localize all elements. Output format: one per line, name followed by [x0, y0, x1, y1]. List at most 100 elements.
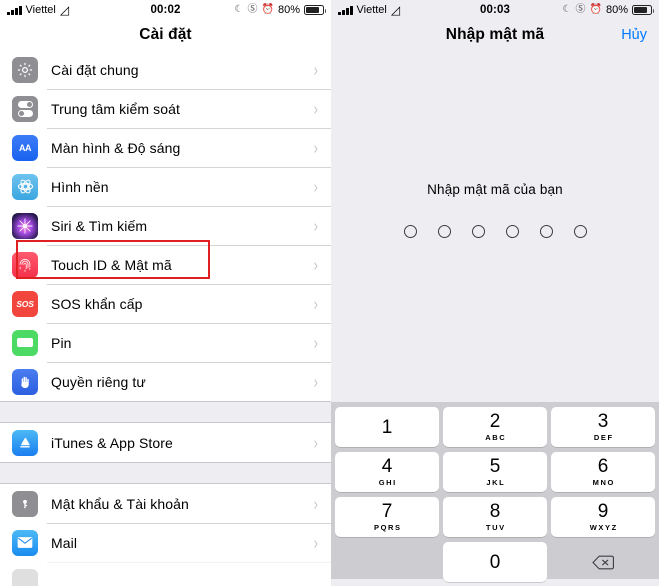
wifi-icon: ◿ — [59, 3, 70, 17]
fingerprint-icon — [12, 251, 38, 278]
chevron-right-icon: › — [313, 254, 318, 275]
settings-group-separator — [0, 401, 331, 423]
chevron-right-icon: › — [313, 493, 318, 514]
chevron-right-icon: › — [313, 98, 318, 119]
settings-row-label: Màn hình & Độ sáng — [51, 139, 181, 156]
key-number: 9 — [597, 501, 609, 522]
key-0[interactable]: 0 — [443, 542, 547, 582]
passcode-dot — [573, 225, 587, 238]
settings-row-c-i-t-chung[interactable]: Cài đặt chung › — [0, 50, 331, 89]
passcode-dot — [403, 225, 417, 238]
wifi-icon: ◿ — [390, 3, 401, 17]
wallpaper-icon — [12, 173, 38, 200]
passcode-dot — [471, 225, 485, 238]
mail-icon — [12, 529, 38, 556]
moon-icon: ☾ — [234, 4, 244, 15]
keypad-row: 0 — [334, 542, 656, 582]
status-bar-left-group: Viettel ◿ — [7, 4, 69, 16]
key-number: 1 — [381, 416, 393, 438]
passcode-entry-area: Nhập mật mã của bạn — [331, 50, 659, 402]
settings-row-partial[interactable] — [0, 562, 331, 586]
settings-row-label: SOS khẩn cấp — [51, 295, 143, 312]
chevron-right-icon: › — [313, 371, 318, 392]
key-letters: JKL — [486, 478, 506, 487]
settings-list: Cài đặt chung › Trung tâm kiểm soát › AA Màn … — [0, 50, 331, 586]
settings-row-quy-n-ri-ng-t[interactable]: Quyền riêng tư › — [0, 362, 331, 401]
key-8[interactable]: 8 TUV — [443, 497, 547, 537]
signal-bars-icon — [7, 5, 22, 15]
key-6[interactable]: 6 MNO — [551, 452, 655, 492]
key-letters: TUV — [485, 523, 506, 532]
carrier-label: Viettel — [356, 4, 387, 16]
chevron-right-icon: › — [313, 176, 318, 197]
settings-row-label: Siri & Tìm kiếm — [51, 217, 148, 234]
key-number: 4 — [381, 456, 393, 477]
key-2[interactable]: 2 ABC — [443, 407, 547, 447]
key-number: 3 — [597, 411, 609, 432]
key-9[interactable]: 9 WXYZ — [551, 497, 655, 537]
key-letters: WXYZ — [589, 523, 618, 532]
settings-screen: Viettel ◿ 00:02 ☾ Ⓢ ⏰ 80% Cài đặt Cài đặ… — [0, 0, 331, 586]
settings-group-separator — [0, 462, 331, 484]
dual-screenshot-container: Viettel ◿ 00:02 ☾ Ⓢ ⏰ 80% Cài đặt Cài đặ… — [0, 0, 659, 586]
key-5[interactable]: 5 JKL — [443, 452, 547, 492]
settings-nav-bar: Cài đặt — [0, 20, 331, 50]
key-number: 8 — [489, 501, 501, 522]
settings-row-h-nh-n-n[interactable]: Hình nền › — [0, 167, 331, 206]
settings-row-mail[interactable]: Mail › — [0, 523, 331, 562]
passcode-nav-bar: Nhập mật mã Hủy — [331, 20, 659, 50]
settings-row-label: Pin — [51, 334, 72, 351]
status-bar-right: Viettel ◿ 00:03 ☾ Ⓢ ⏰ 80% — [331, 0, 659, 20]
page-title: Cài đặt — [139, 26, 192, 43]
passcode-prompt: Nhập mật mã của bạn — [427, 182, 563, 197]
key-1[interactable]: 1 — [335, 407, 439, 447]
chevron-right-icon: › — [313, 432, 318, 453]
settings-row-m-t-kh-u-t-i-kho-n[interactable]: Mật khẩu & Tài khoản › — [0, 484, 331, 523]
settings-row-label: Trung tâm kiểm soát — [51, 100, 180, 117]
alarm-clock-icon: ⏰ — [589, 4, 602, 15]
key-number: 5 — [489, 456, 501, 477]
battery-percent-left: 80% — [277, 4, 300, 16]
key-letters: PQRS — [373, 523, 402, 532]
sliders-icon — [12, 95, 38, 122]
settings-row-itunes-app-store[interactable]: iTunes & App Store › — [0, 423, 331, 462]
settings-row-label: Quyền riêng tư — [51, 373, 146, 390]
settings-row-label: Touch ID & Mật mã — [51, 256, 172, 273]
passcode-dot — [505, 225, 519, 238]
key-number: 6 — [597, 456, 609, 477]
settings-row-label: Mail — [51, 534, 78, 551]
battery-icon — [632, 5, 654, 15]
chevron-right-icon: › — [313, 59, 318, 80]
key-4[interactable]: 4 GHI — [335, 452, 439, 492]
settings-row-trung-t-m-ki-m-so-t[interactable]: Trung tâm kiểm soát › — [0, 89, 331, 128]
settings-row-pin[interactable]: Pin › — [0, 323, 331, 362]
settings-row-label: Hình nền — [51, 178, 109, 195]
partial-icon — [12, 568, 38, 586]
gear-icon — [12, 56, 38, 83]
delete-backspace-icon[interactable] — [551, 542, 655, 582]
display-aa-icon: AA — [12, 134, 38, 161]
key-7[interactable]: 7 PQRS — [335, 497, 439, 537]
key-number: 2 — [489, 411, 501, 432]
settings-row-sos-kh-n-c-p[interactable]: SOS SOS khẩn cấp › — [0, 284, 331, 323]
chevron-right-icon: › — [313, 532, 318, 553]
settings-row-m-n-h-nh-s-ng[interactable]: AA Màn hình & Độ sáng › — [0, 128, 331, 167]
key-letters: ABC — [485, 433, 507, 442]
passcode-dot — [539, 225, 553, 238]
passcode-screen: Viettel ◿ 00:03 ☾ Ⓢ ⏰ 80% Nhập mật mã Hủ… — [331, 0, 659, 586]
passcode-dots — [403, 225, 587, 238]
key-number: 7 — [381, 501, 393, 522]
settings-row-touch-id-m-t-m[interactable]: Touch ID & Mật mã › — [0, 245, 331, 284]
battery-icon — [12, 329, 38, 356]
hand-icon — [12, 368, 38, 395]
cancel-button[interactable]: Hủy — [621, 27, 647, 43]
key-3[interactable]: 3 DEF — [551, 407, 655, 447]
battery-icon — [304, 5, 326, 15]
settings-row-siri-t-m-ki-m[interactable]: Siri & Tìm kiếm › — [0, 206, 331, 245]
status-bar-right-group-2: ☾ Ⓢ ⏰ 80% — [563, 4, 654, 16]
siri-icon — [12, 212, 38, 239]
battery-percent-right: 80% — [605, 4, 628, 16]
key-letters: DEF — [593, 433, 614, 442]
key-icon — [12, 490, 38, 517]
status-bar-left-group-2: Viettel ◿ — [338, 4, 400, 16]
